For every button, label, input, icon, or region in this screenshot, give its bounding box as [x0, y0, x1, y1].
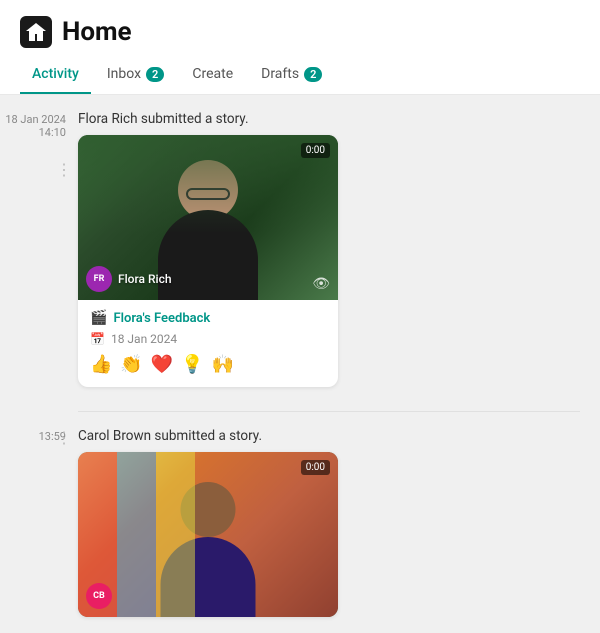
activity-date: 18 Jan 2024 [5, 113, 66, 126]
header: Home [0, 0, 600, 56]
reaction-bulb[interactable]: 💡 [181, 354, 203, 375]
eye-icon[interactable]: 👁 [312, 276, 330, 292]
calendar-icon: 📅 [90, 332, 105, 346]
story-card[interactable]: 0:00 FR Flora Rich 👁 🎬 Flora's Feedback [78, 135, 338, 387]
stripe [117, 452, 156, 617]
card-date: 18 Jan 2024 [111, 332, 177, 346]
reaction-clap[interactable]: 👏 [120, 354, 142, 375]
video-avatar-row: FR Flora Rich [86, 266, 172, 292]
story-card[interactable]: 0:00 CB [78, 452, 338, 617]
time-column: 18 Jan 2024 14:10 [0, 111, 78, 387]
activity-description: Flora Rich submitted a story. [78, 111, 580, 127]
video-avatar-row: CB [86, 583, 112, 609]
activity-divider [78, 411, 580, 412]
tab-inbox[interactable]: Inbox 2 [95, 56, 176, 94]
avatar: FR [86, 266, 112, 292]
video-thumbnail[interactable]: 0:00 FR Flora Rich 👁 [78, 135, 338, 300]
inbox-badge: 2 [146, 67, 164, 82]
foliage-overlay [78, 135, 338, 234]
card-title-icon: 🎬 [90, 310, 107, 326]
card-title[interactable]: Flora's Feedback [113, 311, 210, 326]
video-duration: 0:00 [301, 143, 330, 158]
tab-create[interactable]: Create [180, 56, 245, 94]
card-title-row: 🎬 Flora's Feedback [90, 310, 326, 326]
card-date-row: 📅 18 Jan 2024 [90, 332, 326, 346]
activity-time: 14:10 [39, 126, 66, 139]
time-column: 13:59 [0, 428, 78, 617]
more-options-button[interactable]: ⋮ [56, 430, 71, 446]
reactions-row: 👍 👏 ❤️ 💡 🙌 [90, 354, 326, 375]
card-body: 🎬 Flora's Feedback 📅 18 Jan 2024 👍 👏 ❤️ … [78, 300, 338, 387]
content-area: 18 Jan 2024 14:10 Flora Rich submitted a… [0, 95, 600, 633]
reaction-raise[interactable]: 🙌 [212, 354, 234, 375]
reaction-heart[interactable]: ❤️ [151, 354, 173, 375]
list-item: 13:59 Carol Brown submitted a story. [0, 428, 600, 617]
stripe [156, 452, 195, 617]
tabs-nav: Activity Inbox 2 Create Drafts 2 [0, 56, 600, 95]
activity-content: Flora Rich submitted a story. [78, 111, 600, 387]
video-duration: 0:00 [301, 460, 330, 475]
list-item: 18 Jan 2024 14:10 Flora Rich submitted a… [0, 111, 600, 411]
reaction-thumbsup[interactable]: 👍 [90, 354, 112, 375]
video-thumbnail[interactable]: 0:00 CB [78, 452, 338, 617]
tab-drafts[interactable]: Drafts 2 [249, 56, 334, 94]
home-icon [20, 16, 52, 48]
thumbnail-image [78, 452, 338, 617]
page-title: Home [62, 17, 132, 47]
more-options-button[interactable]: ⋮ [56, 162, 71, 178]
activity-description: Carol Brown submitted a story. [78, 428, 580, 444]
drafts-badge: 2 [304, 67, 322, 82]
activity-content: Carol Brown submitted a story. [78, 428, 600, 617]
avatar: CB [86, 583, 112, 609]
video-person-name: Flora Rich [118, 272, 172, 286]
tab-activity[interactable]: Activity [20, 56, 91, 94]
